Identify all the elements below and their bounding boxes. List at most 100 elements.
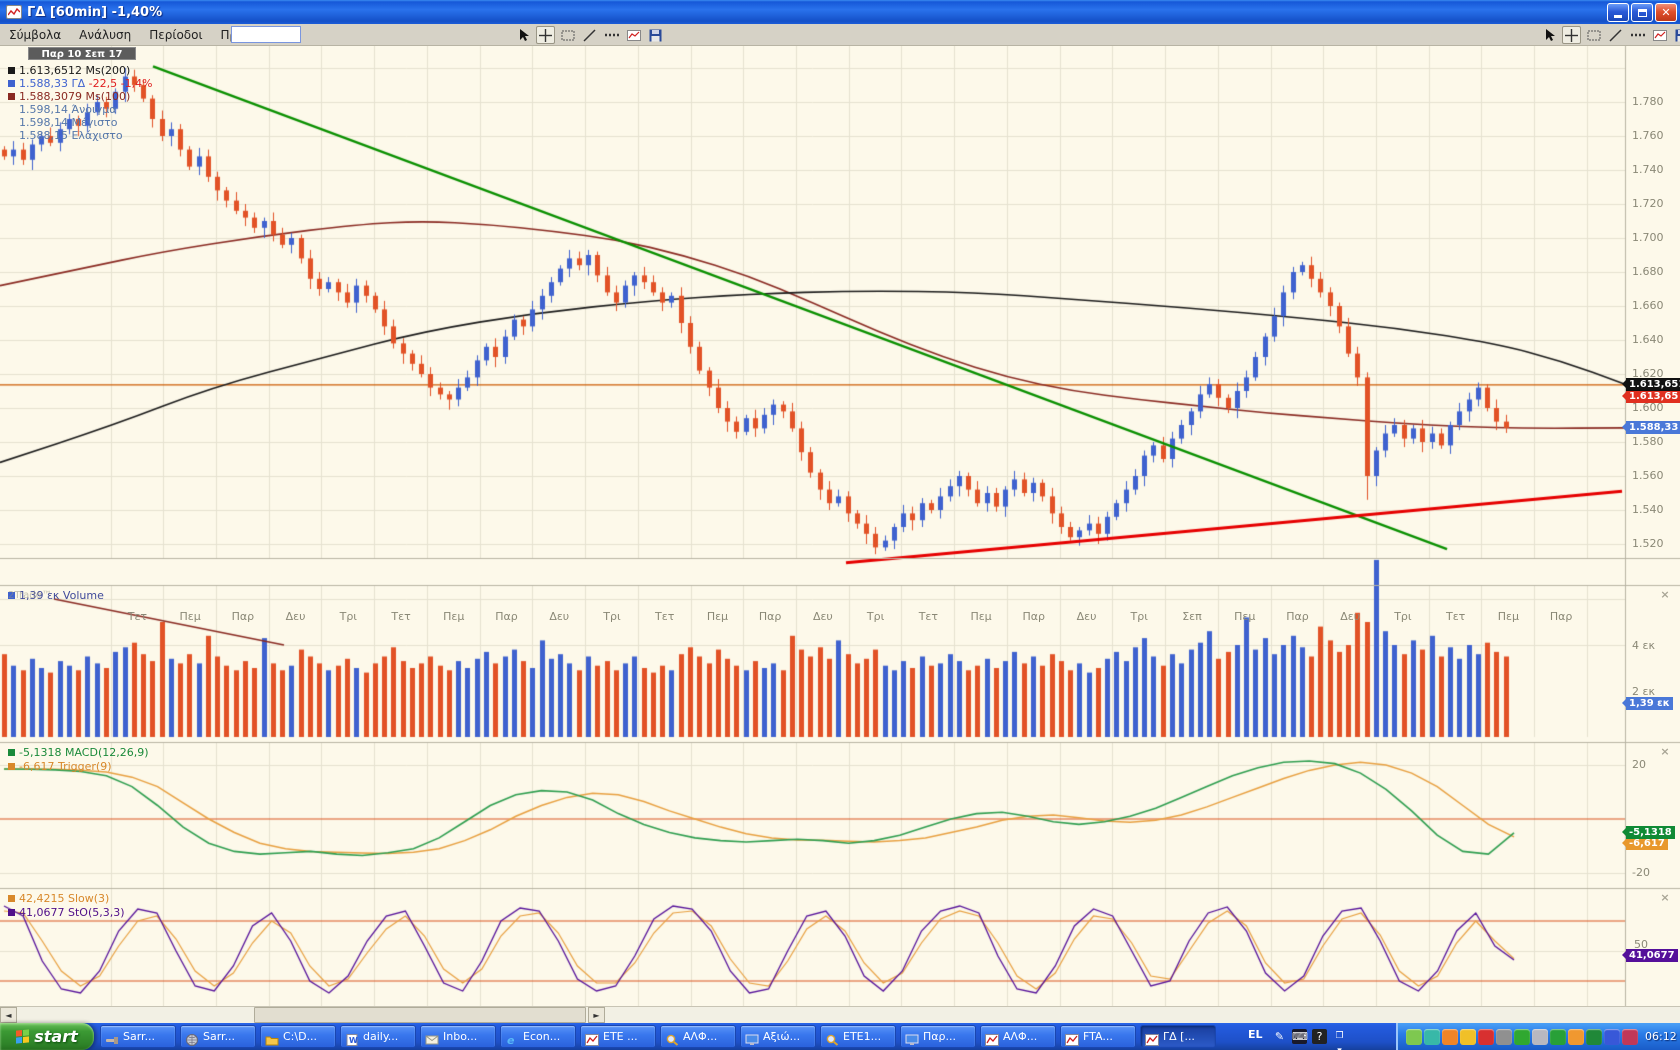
crosshair-icon[interactable] xyxy=(536,26,555,44)
save-icon[interactable] xyxy=(1672,26,1680,44)
ma100-marker xyxy=(8,93,15,100)
trendline-icon[interactable] xyxy=(580,26,599,44)
taskbar: start Sarr...Sarr...C:\D...Wdaily...Inbo… xyxy=(0,1023,1680,1050)
task-button-1[interactable]: Sarr... xyxy=(180,1025,256,1048)
last-price-tag: 1.588,33 xyxy=(1626,421,1680,434)
stoch-panel-close-icon[interactable]: × xyxy=(1659,892,1671,904)
price-axis-label: 1.560 xyxy=(1632,469,1664,482)
mail-icon xyxy=(425,1031,439,1043)
task-button-13-active[interactable]: ΓΔ [... xyxy=(1140,1025,1216,1048)
symbol-input[interactable] xyxy=(231,26,301,43)
task-button-2[interactable]: C:\D... xyxy=(260,1025,336,1048)
cursor-icon[interactable] xyxy=(1540,26,1559,44)
day-axis-label: Τρι xyxy=(1394,610,1411,623)
save-icon[interactable] xyxy=(646,26,665,44)
language-indicator[interactable]: EL xyxy=(1248,1028,1263,1041)
minimize-button[interactable] xyxy=(1607,3,1629,22)
volume-tag: 1,39 εκ xyxy=(1626,697,1673,710)
tray-icon-13[interactable] xyxy=(1622,1029,1638,1045)
taskbar-clock: 06:12 xyxy=(1645,1030,1677,1043)
tray-icon-11[interactable] xyxy=(1586,1029,1602,1045)
day-axis-label: Σεπ xyxy=(1182,610,1202,623)
task-button-10[interactable]: Παρ... xyxy=(900,1025,976,1048)
day-axis-label: Πεμ xyxy=(443,610,464,623)
horizontal-scrollbar[interactable]: ◄ ► xyxy=(0,1006,1680,1023)
menu-item-0[interactable]: Σύμβολα xyxy=(0,26,70,44)
task-label: ETE ... xyxy=(603,1030,638,1043)
day-axis-label: Παρ xyxy=(232,610,255,623)
tray-icon-10[interactable] xyxy=(1568,1029,1584,1045)
crosshair-icon[interactable] xyxy=(1562,26,1581,44)
task-button-7[interactable]: ΑΛΦ... xyxy=(660,1025,736,1048)
folder-icon xyxy=(265,1031,279,1043)
monitor-icon xyxy=(905,1031,919,1043)
tray-icon-12[interactable] xyxy=(1604,1029,1620,1045)
toolbar-secondary xyxy=(1540,25,1680,45)
trigger-marker xyxy=(8,763,15,770)
menu-item-1[interactable]: Ανάλυση xyxy=(70,26,140,44)
region-select-icon[interactable] xyxy=(558,26,577,44)
restore-button[interactable] xyxy=(1631,3,1653,22)
toolbar-expand-icon[interactable]: ❐▾ xyxy=(1332,1029,1347,1044)
close-button[interactable]: ✕ xyxy=(1655,3,1677,22)
task-button-8[interactable]: Αξιώ... xyxy=(740,1025,816,1048)
chart-window-icon[interactable] xyxy=(624,26,643,44)
word-icon: W xyxy=(345,1031,359,1043)
task-button-9[interactable]: ΕΤΕ1... xyxy=(820,1025,896,1048)
task-button-5[interactable]: eEcon... xyxy=(500,1025,576,1048)
tray-icon-8[interactable] xyxy=(1532,1029,1548,1045)
menu-item-2[interactable]: Περίοδοι xyxy=(140,26,211,44)
tray-icon-3[interactable] xyxy=(1442,1029,1458,1045)
tray-icon-2[interactable] xyxy=(1424,1029,1440,1045)
ie-icon: e xyxy=(505,1031,519,1043)
scroll-right-arrow[interactable]: ► xyxy=(588,1007,605,1023)
system-tray: 06:12 xyxy=(1396,1023,1680,1050)
trendline-icon[interactable] xyxy=(1606,26,1625,44)
svg-text:W: W xyxy=(349,1036,358,1045)
chart-area: Παρ 10 Σεπ 17 1.613,6512 Ms(200) 1.588,3… xyxy=(0,46,1680,1006)
dotted-line-icon[interactable] xyxy=(602,26,621,44)
help-icon[interactable]: ? xyxy=(1312,1029,1327,1044)
day-axis-label: Δευ xyxy=(549,610,569,623)
task-button-0[interactable]: Sarr... xyxy=(100,1025,176,1048)
region-select-icon[interactable] xyxy=(1584,26,1603,44)
price-axis-label: 1.640 xyxy=(1632,333,1664,346)
keyboard-icon[interactable]: ⌨ xyxy=(1292,1029,1307,1044)
tray-icon-5[interactable] xyxy=(1478,1029,1494,1045)
day-axis-label: Δευ xyxy=(286,610,306,623)
tray-icon-6[interactable] xyxy=(1496,1029,1512,1045)
tray-icon-1[interactable] xyxy=(1406,1029,1422,1045)
task-button-12[interactable]: FTA... xyxy=(1060,1025,1136,1048)
tray-icon-7[interactable] xyxy=(1514,1029,1530,1045)
windows-logo-icon xyxy=(16,1029,29,1043)
tray-icon-9[interactable] xyxy=(1550,1029,1566,1045)
legend-stoch-fast: 41,0677 StO(5,3,3) xyxy=(8,906,125,919)
task-button-4[interactable]: Inbo... xyxy=(420,1025,496,1048)
task-button-11[interactable]: ΑΛΦ... xyxy=(980,1025,1056,1048)
chart-window-icon[interactable] xyxy=(1650,26,1669,44)
chart-icon xyxy=(585,1031,599,1043)
cursor-icon[interactable] xyxy=(514,26,533,44)
tray-icon-4[interactable] xyxy=(1460,1029,1476,1045)
macd-panel-close-icon[interactable]: × xyxy=(1659,746,1671,758)
day-axis-label: Τετ xyxy=(655,610,674,623)
magnifier-icon xyxy=(825,1031,839,1043)
macd-marker xyxy=(8,749,15,756)
stoch-axis-label: 50 xyxy=(1634,938,1648,951)
dotted-line-icon[interactable] xyxy=(1628,26,1647,44)
title-bar: ΓΔ [60min] -1,40% ✕ xyxy=(0,0,1680,24)
task-label: Παρ... xyxy=(923,1030,956,1043)
day-axis-label: Τετ xyxy=(128,610,147,623)
pen-input-icon[interactable]: ✎ xyxy=(1272,1029,1287,1044)
volume-panel-close-icon[interactable]: × xyxy=(1659,589,1671,601)
chart-canvas[interactable] xyxy=(0,46,1680,1006)
slow-marker xyxy=(8,895,15,902)
start-button[interactable]: start xyxy=(0,1023,94,1050)
scroll-left-arrow[interactable]: ◄ xyxy=(0,1007,17,1023)
task-button-6[interactable]: ETE ... xyxy=(580,1025,656,1048)
monitor-icon xyxy=(745,1031,759,1043)
day-axis-label: Δευ xyxy=(1340,610,1360,623)
price-axis-label: 1.760 xyxy=(1632,129,1664,142)
scrollbar-thumb[interactable] xyxy=(254,1007,586,1023)
task-button-3[interactable]: Wdaily... xyxy=(340,1025,416,1048)
